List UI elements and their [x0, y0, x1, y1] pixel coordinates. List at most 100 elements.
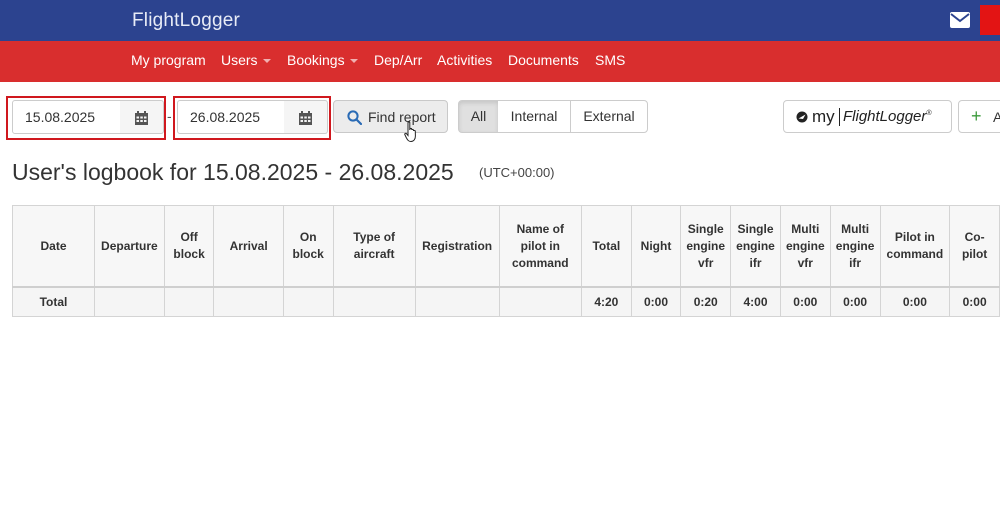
column-header-text: Multi: [841, 221, 870, 236]
column-header: On block: [282, 205, 334, 288]
filter-external-button[interactable]: External: [570, 100, 648, 133]
page-title: User's logbook for 15.08.2025 - 26.08.20…: [12, 159, 454, 185]
table-cell: [282, 286, 334, 317]
column-header: Night: [630, 205, 682, 288]
table-cell: 4:20: [581, 286, 632, 317]
table-cell: [94, 286, 165, 317]
add-button-label: A: [993, 109, 1000, 125]
column-header-text: engine: [785, 238, 825, 253]
table-cell: [498, 286, 583, 317]
column-header: Date: [12, 205, 95, 288]
column-header: Departure: [94, 205, 165, 288]
column-header-text: Off: [180, 230, 198, 244]
calendar-icon: [299, 111, 312, 125]
column-header-text: Departure: [101, 238, 158, 253]
add-button[interactable]: + A: [958, 100, 1000, 133]
column-header: Single engine ifr: [730, 205, 781, 288]
table-cell: [213, 286, 284, 317]
column-header-text: ifr: [749, 255, 762, 270]
table-cell: 0:00: [829, 286, 881, 317]
brand-logo[interactable]: FlightLogger: [132, 10, 240, 32]
caret-down-icon: [262, 59, 271, 64]
column-header-text: Arrival: [229, 238, 268, 253]
filter-all-button[interactable]: All: [458, 100, 499, 133]
column-header: Off block: [163, 205, 215, 288]
column-header-text: command: [511, 255, 569, 270]
from-date-calendar-button[interactable]: [120, 100, 164, 134]
column-header-text: Name of: [516, 221, 564, 236]
table-cell: 0:00: [779, 286, 831, 317]
column-header-text: Co-: [964, 230, 985, 244]
table-cell: [163, 286, 215, 317]
date-separator: -: [167, 108, 172, 124]
column-header-text: Single: [687, 221, 724, 236]
table-cell: [332, 286, 416, 317]
user-menu-button[interactable]: [980, 5, 1000, 35]
column-header-text: ifr: [849, 255, 862, 270]
column-header-text: command: [886, 247, 944, 261]
my-flightlogger-name: FlightLogger®: [843, 108, 932, 125]
logbook-table: Date Departure Off block Arrival On block Type …: [12, 205, 1000, 317]
column-header-text: Night: [640, 238, 672, 253]
search-icon: [347, 110, 362, 125]
find-report-label: Find report: [368, 109, 436, 125]
table-cell: 0:00: [630, 286, 682, 317]
column-header-text: block: [173, 247, 205, 261]
column-header: Registration: [414, 205, 500, 288]
column-header: Type of aircraft: [332, 205, 416, 288]
nav-item-bookings[interactable]: Bookings: [287, 52, 358, 68]
caret-down-icon: [349, 59, 358, 64]
my-flightlogger-prefix: my: [812, 107, 835, 126]
envelope-icon[interactable]: [950, 12, 970, 28]
column-header-text: Multi: [791, 221, 820, 236]
column-header-text: vfr: [797, 255, 813, 270]
column-header-text: aircraft: [353, 247, 395, 261]
nav-item-activities[interactable]: Activities: [437, 52, 492, 68]
calendar-icon: [135, 111, 148, 125]
column-header-text: block: [292, 247, 324, 261]
plus-icon: +: [971, 106, 982, 126]
table-header-row: Date Departure Off block Arrival On block Type …: [12, 205, 1000, 288]
find-report-button[interactable]: Find report: [333, 100, 448, 133]
column-header: Single engine vfr: [680, 205, 732, 288]
to-date-input[interactable]: [177, 100, 285, 134]
filter-internal-button[interactable]: Internal: [498, 100, 571, 133]
my-flightlogger-logo-icon: [796, 111, 808, 123]
table-total-row: Total 4:20 0:00 0:20 4:00 0:00 0:00 0:00 0:00: [12, 286, 1000, 317]
column-header-text: engine: [736, 238, 775, 253]
column-header: Pilot in command: [879, 205, 951, 288]
table-cell: 0:00: [949, 286, 1000, 317]
column-header-text: Single: [737, 221, 774, 236]
from-date-input[interactable]: [12, 100, 121, 134]
table-cell: [414, 286, 500, 317]
column-header: Total: [581, 205, 632, 288]
nav-item-dep-arr[interactable]: Dep/Arr: [374, 52, 422, 68]
nav-item-sms[interactable]: SMS: [595, 52, 625, 68]
timezone-label: (UTC+00:00): [479, 165, 555, 180]
main-nav: My program Users Bookings Dep/Arr Activi…: [0, 41, 1000, 82]
table-cell: 4:00: [730, 286, 781, 317]
hand-cursor-icon: [404, 121, 416, 143]
nav-item-documents[interactable]: Documents: [508, 52, 579, 68]
column-header-text: Pilot in: [894, 230, 935, 244]
table-cell: 0:00: [879, 286, 951, 317]
table-cell: 0:20: [680, 286, 732, 317]
to-date-calendar-button[interactable]: [284, 100, 328, 134]
column-header-text: pilot: [961, 247, 988, 261]
column-header: Multi engine ifr: [829, 205, 881, 288]
column-header-text: vfr: [698, 255, 714, 270]
column-header: Multi engine vfr: [779, 205, 831, 288]
column-header-text: engine: [686, 238, 726, 253]
my-flightlogger-divider: [839, 108, 840, 126]
column-header: Name of pilot in command: [498, 205, 583, 288]
table-cell: Total: [12, 286, 95, 317]
column-header-text: Date: [40, 238, 67, 253]
column-header-text: Total: [592, 238, 621, 253]
nav-item-users[interactable]: Users: [221, 52, 271, 68]
top-bar: FlightLogger: [0, 0, 1000, 41]
my-flightlogger-button[interactable]: my FlightLogger®: [783, 100, 952, 133]
column-header: Co-pilot: [949, 205, 1000, 288]
column-header: Arrival: [213, 205, 284, 288]
column-header-text: engine: [835, 238, 875, 253]
nav-item-my-program[interactable]: My program: [131, 52, 206, 68]
